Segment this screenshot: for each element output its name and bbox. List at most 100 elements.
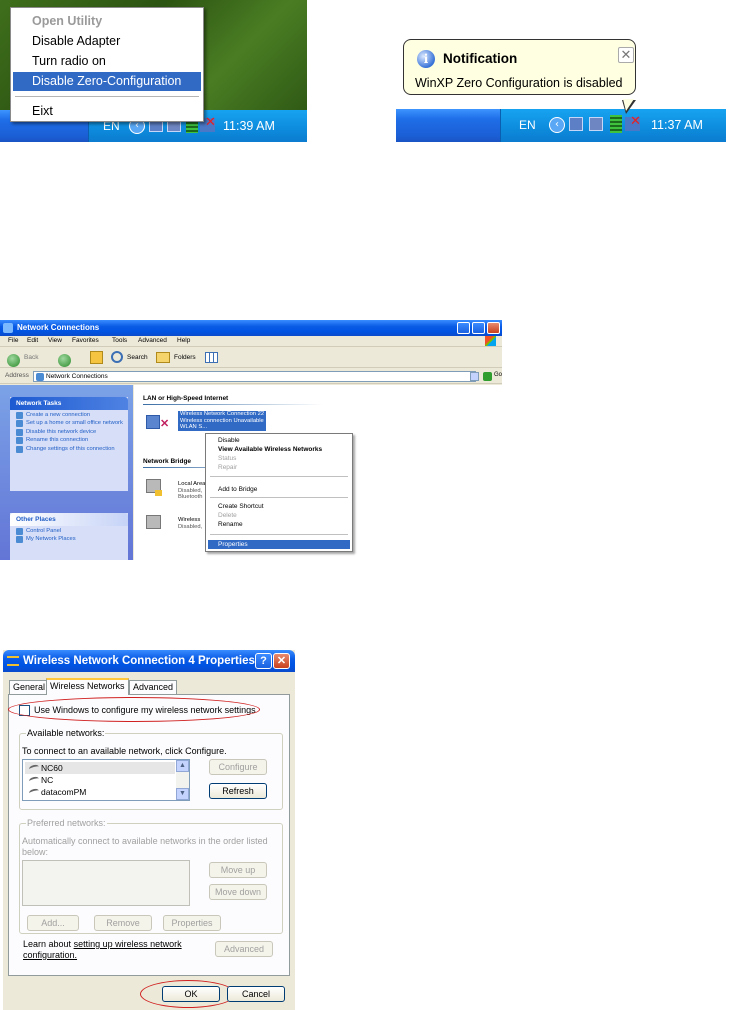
signal-icon [28, 775, 40, 785]
ctx-rename[interactable]: Rename [208, 520, 350, 529]
back-button-label[interactable]: Back [24, 354, 38, 361]
group-header-lan: LAN or High-Speed Internet [143, 395, 229, 402]
views-icon[interactable] [205, 352, 218, 363]
group-header-bridge: Network Bridge [143, 458, 192, 465]
other-places-panel: Other Places Control Panel My Network Pl… [10, 513, 128, 560]
tray-context-menu: Open Utility Disable Adapter Turn radio … [10, 7, 204, 122]
forward-arrow-icon[interactable] [58, 354, 71, 367]
home-network-icon [16, 420, 23, 428]
list-scrollbar[interactable]: ▲ ▼ [176, 760, 189, 800]
network-item[interactable]: datacomPM [25, 786, 175, 798]
search-icon[interactable] [111, 351, 123, 363]
folders-icon[interactable] [156, 352, 170, 363]
tab-advanced[interactable]: Advanced [129, 680, 178, 694]
window-title: Network Connections [17, 323, 100, 332]
close-button[interactable] [487, 322, 500, 334]
help-button[interactable]: ? [255, 653, 272, 669]
task-create-connection[interactable]: Create a new connection [10, 412, 128, 419]
local-area-connection-label[interactable]: Local Area Disabled, Bluetooth [178, 481, 205, 501]
local-area-connection-icon[interactable] [146, 477, 168, 499]
menu-separator [210, 476, 348, 477]
clock[interactable]: 11:39 AM [223, 119, 275, 133]
cancel-button[interactable]: Cancel [227, 986, 285, 1002]
connection-status: Disabled, [178, 523, 203, 530]
refresh-button[interactable]: Refresh [209, 783, 267, 799]
ctx-view-available-networks[interactable]: View Available Wireless Networks [208, 445, 350, 454]
menu-view[interactable]: View [48, 337, 62, 344]
available-networks-list[interactable]: NC60 NC datacomPM ▲ ▼ [22, 759, 190, 801]
ctx-properties[interactable]: Properties [208, 540, 350, 549]
wireless-properties-dialog: Wireless Network Connection 4 Properties… [3, 650, 295, 1010]
place-control-panel[interactable]: Control Panel [10, 528, 128, 535]
place-my-network-places[interactable]: My Network Places [10, 536, 128, 544]
window-titlebar[interactable]: Network Connections [0, 320, 502, 336]
menu-separator [210, 534, 348, 535]
folders-button-label[interactable]: Folders [174, 354, 196, 361]
tab-general[interactable]: General [9, 680, 50, 694]
preferred-networks-hint-2: below: [22, 847, 49, 857]
connection-status: Wireless connection Unavailable [180, 417, 264, 424]
menu-help[interactable]: Help [177, 337, 190, 344]
back-arrow-icon[interactable] [7, 354, 20, 367]
maximize-button[interactable] [472, 322, 485, 334]
show-hidden-icons-icon[interactable]: ‹ [549, 117, 565, 133]
wireless-connection-icon[interactable]: ✕ [146, 413, 169, 435]
menu-edit[interactable]: Edit [27, 337, 38, 344]
task-setup-home-network[interactable]: Set up a home or small office network [10, 420, 128, 428]
network-icon[interactable] [589, 117, 603, 131]
rename-icon [16, 437, 23, 445]
signal-icon [28, 787, 40, 797]
task-change-settings[interactable]: Change settings of this connection [10, 445, 128, 453]
menu-item-exit[interactable]: Eixt [13, 102, 201, 121]
ctx-create-shortcut[interactable]: Create Shortcut [208, 502, 350, 511]
network-icon[interactable] [569, 117, 583, 131]
minimize-button[interactable] [457, 322, 470, 334]
network-tasks-header[interactable]: Network Tasks [10, 397, 128, 410]
learn-link[interactable]: setting up wireless network [74, 939, 182, 949]
address-value: Network Connections [46, 373, 108, 380]
up-folder-icon[interactable] [90, 351, 103, 364]
address-input[interactable]: Network Connections [33, 371, 476, 382]
preferred-networks-hint: Automatically connect to available netwo… [22, 836, 268, 846]
close-icon[interactable]: ✕ [618, 47, 634, 63]
menu-favorites[interactable]: Favorites [72, 337, 99, 344]
language-indicator[interactable]: EN [519, 118, 536, 132]
notification-balloon[interactable]: i Notification WinXP Zero Configuration … [403, 39, 636, 114]
tab-wireless-networks[interactable]: Wireless Networks [46, 678, 129, 695]
menu-advanced[interactable]: Advanced [138, 337, 167, 344]
network-name: NC [41, 775, 54, 785]
move-up-button: Move up [209, 862, 267, 878]
connection-context-menu: Disable View Available Wireless Networks… [205, 433, 353, 552]
menu-item-turn-radio-on[interactable]: Turn radio on [13, 52, 201, 71]
wireless-bridge-icon[interactable] [146, 513, 168, 535]
menu-item-disable-zero-configuration[interactable]: Disable Zero-Configuration [13, 72, 201, 91]
connection-name: Wireless [178, 517, 201, 523]
scroll-up-icon[interactable]: ▲ [176, 760, 189, 772]
network-item[interactable]: NC60 [25, 762, 175, 774]
close-button[interactable]: ✕ [273, 653, 290, 669]
wireless-bridge-label[interactable]: Wireless Disabled, [178, 517, 202, 530]
wireless-connection-label[interactable]: Wireless Network Connection 22 Wireless … [178, 411, 267, 431]
task-pane: Network Tasks Create a new connection Se… [0, 385, 133, 560]
clock[interactable]: 11:37 AM [651, 118, 703, 132]
menu-tools[interactable]: Tools [112, 337, 127, 344]
go-arrow-icon[interactable] [483, 372, 492, 381]
address-dropdown-icon[interactable] [470, 372, 479, 381]
ctx-add-to-bridge[interactable]: Add to Bridge [208, 485, 350, 494]
menu-file[interactable]: File [8, 337, 18, 344]
configure-button[interactable]: Configure [209, 759, 267, 775]
wireless-utility-icon[interactable] [610, 115, 622, 133]
learn-link-continued[interactable]: configuration. [23, 950, 77, 960]
search-button-label[interactable]: Search [127, 354, 148, 361]
dialog-titlebar[interactable]: Wireless Network Connection 4 Properties… [3, 650, 295, 672]
go-button-label[interactable]: Go [494, 372, 502, 378]
other-places-header[interactable]: Other Places [10, 513, 128, 526]
menu-item-disable-adapter[interactable]: Disable Adapter [13, 32, 201, 51]
task-rename-connection[interactable]: Rename this connection [10, 437, 128, 445]
disconnected-network-icon[interactable]: ✕ [625, 115, 641, 131]
scroll-down-icon[interactable]: ▼ [176, 788, 189, 800]
notification-title: Notification [443, 51, 518, 66]
network-item[interactable]: NC [25, 774, 175, 786]
ctx-disable[interactable]: Disable [208, 436, 350, 445]
task-disable-device[interactable]: Disable this network device [10, 428, 128, 436]
